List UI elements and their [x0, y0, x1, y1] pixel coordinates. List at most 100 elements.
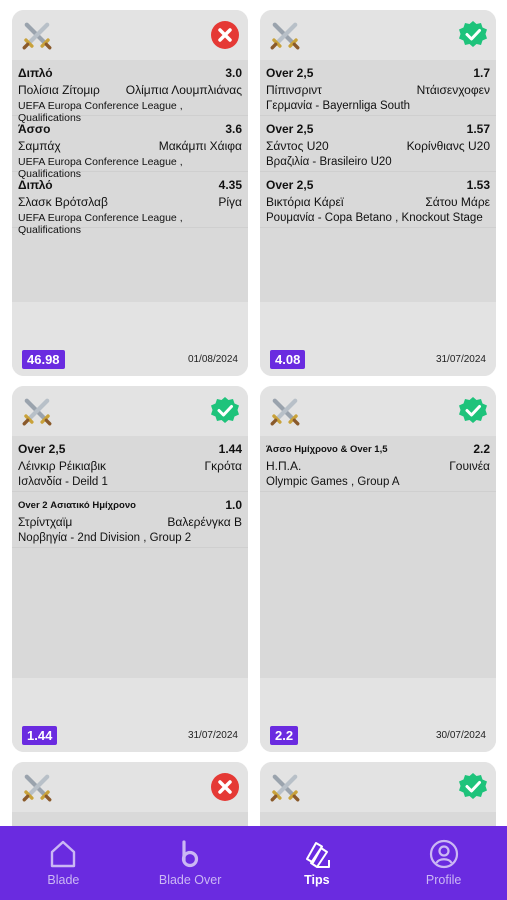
league-name: Βραζιλία - Brasileiro U20 [266, 156, 392, 168]
bet-odds: 1.53 [466, 178, 490, 192]
league-name: Ισλανδία - Deild 1 [18, 476, 108, 488]
crossed-swords-icon [270, 774, 300, 802]
home-team: Λέινκιρ Ρέικιαβικ [18, 459, 107, 473]
total-odds-badge: 2.2 [270, 725, 299, 745]
away-team: Μακάμπι Χάιφα [158, 139, 242, 153]
crossed-swords-icon [22, 774, 52, 802]
away-team: Ντάισενχοφεν [416, 83, 490, 97]
tip-card[interactable]: Διπλό 3.0 Πολίσια Ζίτομιρ Ολίμπια Λουμπλιά… [12, 10, 248, 376]
away-team: Βαλερένγκα Β [167, 515, 242, 529]
card-footer: 46.98 01/08/2024 [12, 342, 248, 376]
tip-date: 30/07/2024 [435, 729, 486, 741]
league-name: Olympic Games , Group A [266, 476, 400, 488]
bet-row: Άσσο 3.6 Σαμπάχ Μακάμπι Χάιφα UEFA Europa … [12, 116, 248, 180]
bet-market: Over 2,5 [266, 122, 314, 136]
away-team: Κορίνθιανς U20 [406, 139, 490, 153]
nav-label: Blade [47, 873, 80, 887]
won-check-icon [459, 397, 487, 423]
bet-row: Διπλό 3.0 Πολίσια Ζίτομιρ Ολίμπια Λουμπλιά… [12, 60, 248, 124]
bet-row: Over 2,5 1.7 Πίπινσριντ Ντάισενχοφεν Γερμα… [260, 60, 496, 116]
home-team: Σαμπάχ [18, 139, 61, 153]
away-team: Ολίμπια Λουμπλιάνας [125, 83, 242, 97]
card-filler [12, 548, 248, 678]
home-team: Στρίντχαϊμ [18, 515, 73, 529]
away-team: Σάτου Μάρε [425, 195, 490, 209]
tip-date: 01/08/2024 [187, 353, 238, 365]
home-team: Βικτόρια Κάρεϊ [266, 195, 344, 209]
card-header [260, 762, 496, 812]
won-check-icon [211, 397, 239, 423]
bet-market: Άσσο [18, 122, 51, 136]
card-header [12, 386, 248, 436]
bet-market: Διπλό [18, 178, 53, 192]
tips-cards-icon [305, 842, 330, 868]
bet-list: Over 2,5 1.7 Πίπινσριντ Ντάισενχοφεν Γερμα… [260, 60, 496, 228]
crossed-swords-icon [22, 22, 52, 50]
bet-market: Διπλό [18, 66, 53, 80]
card-header [12, 10, 248, 60]
bottom-nav: Blade Blade Over Tips Profile [0, 826, 507, 900]
bet-odds: 1.0 [225, 498, 242, 512]
bet-odds: 2.2 [473, 442, 490, 456]
bet-market: Over 2 Ασιατικό Ημίχρονο [18, 499, 136, 511]
nav-label: Profile [425, 873, 462, 887]
nav-item-blade[interactable]: Blade [0, 839, 126, 887]
card-filler [260, 492, 496, 678]
bet-row: Over 2,5 1.44 Λέινκιρ Ρέικιαβικ Γκρότα Ισλ… [12, 436, 248, 492]
card-footer: 4.08 31/07/2024 [260, 342, 496, 376]
away-team: Ρίγα [218, 195, 242, 209]
lost-x-icon [211, 21, 239, 49]
card-footer: 2.2 30/07/2024 [260, 718, 496, 752]
home-team: Πίπινσριντ [266, 83, 322, 97]
bet-odds: 1.44 [218, 442, 242, 456]
bet-row: Over 2 Ασιατικό Ημίχρονο 1.0 Στρίντχαϊμ Βα… [12, 492, 248, 548]
tip-date: 31/07/2024 [435, 353, 486, 365]
blade-b-icon [182, 840, 199, 868]
away-team: Γουινέα [449, 459, 490, 473]
bet-odds: 3.6 [225, 122, 242, 136]
bet-odds: 4.35 [218, 178, 242, 192]
tip-card[interactable]: Άσσο Ημίχρονο & Over 1,5 2.2 Η.Π.Α. Γουινέ… [260, 386, 496, 752]
total-odds-badge: 46.98 [22, 349, 65, 369]
home-team: Η.Π.Α. [266, 459, 302, 473]
nav-item-blade-over[interactable]: Blade Over [127, 839, 253, 887]
away-team: Γκρότα [204, 459, 242, 473]
nav-item-profile[interactable]: Profile [381, 839, 507, 887]
total-odds-badge: 4.08 [270, 349, 306, 369]
tip-card[interactable]: Over 2,5 1.44 Λέινκιρ Ρέικιαβικ Γκρότα Ισλ… [12, 386, 248, 752]
league-name: Νορβηγία - 2nd Division , Group 2 [18, 532, 192, 544]
bet-list: Άσσο Ημίχρονο & Over 1,5 2.2 Η.Π.Α. Γουινέ… [260, 436, 496, 492]
won-check-icon [459, 21, 487, 47]
bet-odds: 1.57 [466, 122, 490, 136]
bet-market: Over 2,5 [18, 442, 66, 456]
crossed-swords-icon [270, 22, 300, 50]
card-footer: 1.44 31/07/2024 [12, 718, 248, 752]
bet-odds: 3.0 [225, 66, 242, 80]
league-name: Ρουμανία - Copa Betano , Knockout Stage [266, 212, 483, 224]
card-filler [260, 228, 496, 302]
bet-row: Διπλό 4.35 Σλασκ Βρότσλαβ Ρίγα UEFA Europa… [12, 172, 248, 236]
tip-card[interactable]: Over 2,5 1.7 Πίπινσριντ Ντάισενχοφεν Γερμα… [260, 10, 496, 376]
nav-label: Blade Over [158, 873, 222, 887]
bet-market: Άσσο Ημίχρονο & Over 1,5 [266, 443, 388, 455]
home-team: Πολίσια Ζίτομιρ [18, 83, 100, 97]
card-header [260, 386, 496, 436]
lost-x-icon [211, 773, 239, 801]
bet-list: Διπλό 3.0 Πολίσια Ζίτομιρ Ολίμπια Λουμπλιά… [12, 60, 248, 236]
won-check-icon [459, 773, 487, 799]
bet-row: Over 2,5 1.57 Σάντος U20 Κορίνθιανς U20 Βρ… [260, 116, 496, 172]
total-odds-badge: 1.44 [22, 725, 58, 745]
bet-list: Over 2,5 1.44 Λέινκιρ Ρέικιαβικ Γκρότα Ισλ… [12, 436, 248, 548]
crossed-swords-icon [22, 398, 52, 426]
bet-row: Over 2,5 1.53 Βικτόρια Κάρεϊ Σάτου Μάρε Ρο… [260, 172, 496, 228]
nav-item-tips[interactable]: Tips [254, 839, 380, 887]
home-team: Σλασκ Βρότσλαβ [18, 195, 108, 209]
tip-date: 31/07/2024 [187, 729, 238, 741]
home-team: Σάντος U20 [266, 139, 329, 153]
card-header [260, 10, 496, 60]
nav-label: Tips [304, 873, 330, 887]
profile-icon [429, 839, 458, 869]
home-icon [51, 840, 76, 868]
bet-market: Over 2,5 [266, 66, 314, 80]
crossed-swords-icon [270, 398, 300, 426]
